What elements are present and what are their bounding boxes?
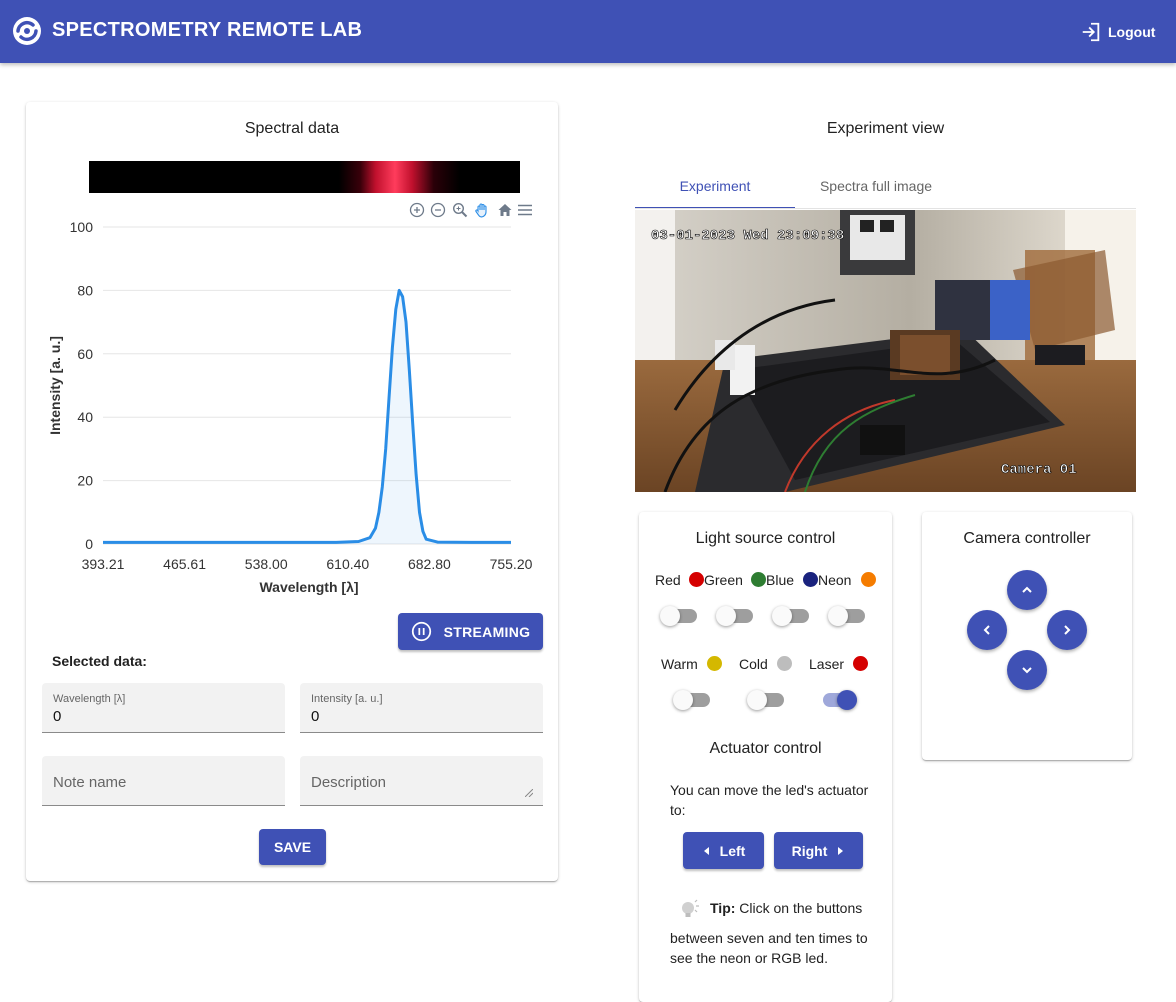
x-tick-label: 610.40 <box>326 556 369 572</box>
light-source-title: Light source control <box>695 530 836 547</box>
save-button[interactable]: SAVE <box>259 829 326 865</box>
cold-indicator <box>777 656 792 671</box>
green-indicator <box>751 572 766 587</box>
streaming-button[interactable]: STREAMING <box>398 613 543 650</box>
cold-toggle[interactable] <box>747 690 784 710</box>
intensity-field-label: Intensity [a. u.] <box>311 693 383 705</box>
x-tick-label: 755.20 <box>490 556 533 572</box>
blue-label: Blue <box>766 572 795 588</box>
y-tick-label: 100 <box>70 219 94 235</box>
logout-button[interactable]: Logout <box>1080 20 1155 44</box>
description-placeholder: Description <box>311 774 387 791</box>
y-tick-label: 80 <box>77 282 93 298</box>
camera-controller-card: Camera controller <box>922 512 1132 760</box>
camera-up-button[interactable] <box>1007 570 1047 610</box>
laser-toggle[interactable] <box>820 690 857 710</box>
camera-feed-image: 03-01-2023 Wed 23:09:38 Camera 01 <box>635 210 1136 492</box>
wavelength-field-label: Wavelength [λ] <box>53 693 126 705</box>
tip-bold: Tip: <box>710 900 736 916</box>
cold-label: Cold <box>739 656 768 672</box>
blue-indicator <box>803 572 818 587</box>
camera-controller-title: Camera controller <box>963 530 1091 547</box>
red-label: Red <box>655 572 681 588</box>
tip-rest: between seven and ten times to see the n… <box>670 930 868 966</box>
caret-right-icon <box>838 846 844 855</box>
streaming-label: STREAMING <box>443 623 531 640</box>
caret-left-icon <box>703 846 709 855</box>
app-title: SPECTROMETRY REMOTE LAB <box>52 19 363 41</box>
camera-timestamp: 03-01-2023 Wed 23:09:38 <box>651 228 844 244</box>
y-tick-label: 20 <box>77 473 93 489</box>
tip-first-line: Click on the buttons <box>735 900 863 916</box>
y-axis-title: Intensity [a. u.] <box>47 336 63 435</box>
actuator-left-label: Left <box>719 842 746 859</box>
green-label: Green <box>704 572 743 588</box>
note-name-input[interactable]: Note name <box>42 756 285 806</box>
spectral-data-card: Spectral data 0 20 40 60 80 100 393.21 465.61 53… <box>26 102 558 881</box>
neon-label: Neon <box>818 572 852 588</box>
chevron-down-icon <box>1022 667 1032 674</box>
pause-icon <box>411 621 431 642</box>
chevron-up-icon <box>1022 586 1032 593</box>
note-name-placeholder: Note name <box>53 774 127 791</box>
spectral-data-title: Spectral data <box>244 120 340 137</box>
intensity-field[interactable]: Intensity [a. u.] 0 <box>300 683 543 733</box>
laser-indicator <box>853 656 868 671</box>
chevron-left-icon <box>983 625 990 635</box>
light-source-card: Light source control Red Green Blue Neon… <box>639 512 892 1002</box>
camera-left-button[interactable] <box>967 610 1007 650</box>
camera-right-button[interactable] <box>1047 610 1087 650</box>
actuator-left-button[interactable]: Left <box>683 832 764 869</box>
actuator-title: Actuator control <box>709 740 822 757</box>
wavelength-field-value: 0 <box>53 708 62 725</box>
red-indicator <box>689 572 704 587</box>
selected-data-label: Selected data: <box>52 653 147 669</box>
resize-handle-icon[interactable] <box>525 789 533 797</box>
camera-feed: 03-01-2023 Wed 23:09:38 Camera 01 <box>635 210 1136 492</box>
green-toggle[interactable] <box>716 606 753 626</box>
tip-text: Tip: Click on the buttons between seven … <box>670 898 880 968</box>
warm-indicator <box>707 656 722 671</box>
spectrum-strip-image <box>89 161 520 193</box>
spectrum-chart[interactable]: 0 20 40 60 80 100 393.21 465.61 538.00 610.40 682.… <box>26 212 558 602</box>
neon-indicator <box>861 572 876 587</box>
neon-toggle[interactable] <box>828 606 865 626</box>
x-axis-title: Wavelength [λ] <box>259 579 358 595</box>
description-input[interactable]: Description <box>300 756 543 806</box>
x-tick-label: 465.61 <box>163 556 206 572</box>
tab-experiment[interactable]: Experiment <box>635 165 795 209</box>
actuator-right-button[interactable]: Right <box>774 832 863 869</box>
y-tick-label: 0 <box>85 536 93 552</box>
app-bar: SPECTROMETRY REMOTE LAB Logout <box>0 0 1176 63</box>
intensity-field-value: 0 <box>311 708 320 725</box>
tab-spectra-full-image[interactable]: Spectra full image <box>796 165 956 209</box>
y-tick-label: 40 <box>77 409 93 425</box>
camera-label: Camera 01 <box>1001 462 1077 478</box>
camera-down-button[interactable] <box>1007 650 1047 690</box>
chevron-right-icon <box>1064 625 1071 635</box>
logout-icon <box>1082 22 1100 42</box>
warm-label: Warm <box>661 656 698 672</box>
warm-toggle[interactable] <box>673 690 710 710</box>
actuator-right-label: Right <box>791 842 828 859</box>
blue-toggle[interactable] <box>772 606 809 626</box>
logo-icon <box>13 17 41 45</box>
x-tick-label: 682.80 <box>408 556 451 572</box>
tabs-divider <box>635 208 1136 209</box>
x-tick-label: 393.21 <box>82 556 125 572</box>
logout-label: Logout <box>1108 24 1156 40</box>
y-tick-label: 60 <box>77 346 93 362</box>
experiment-view-title: Experiment view <box>826 120 945 137</box>
wavelength-field[interactable]: Wavelength [λ] 0 <box>42 683 285 733</box>
x-tick-label: 538.00 <box>245 556 288 572</box>
laser-label: Laser <box>809 656 845 672</box>
series-line <box>103 288 511 544</box>
actuator-description: You can move the led's actuator to: <box>670 782 869 818</box>
red-toggle[interactable] <box>660 606 697 626</box>
